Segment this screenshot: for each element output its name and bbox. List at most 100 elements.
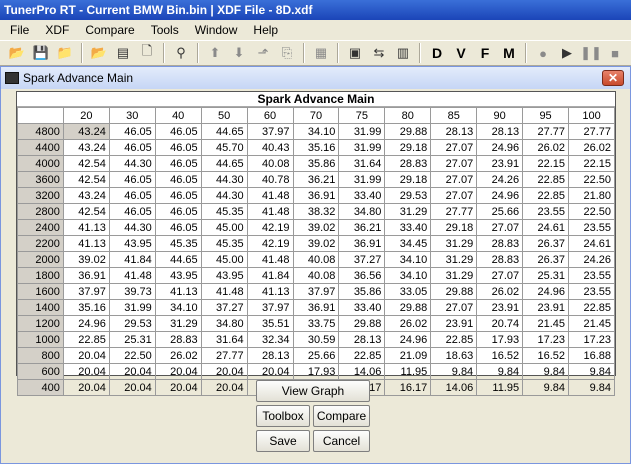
grid-cell[interactable]: 20.04 xyxy=(108,379,156,396)
grid-cell[interactable]: 41.13 xyxy=(246,283,294,300)
grid-cell[interactable]: 22.85 xyxy=(338,347,386,364)
grid-cell[interactable]: 44.30 xyxy=(200,187,248,204)
grid-cell[interactable]: 22.15 xyxy=(522,155,570,172)
grid-cell[interactable]: 16.52 xyxy=(476,347,524,364)
grid-cell[interactable]: 37.97 xyxy=(292,283,340,300)
grid-cell[interactable]: 24.26 xyxy=(476,171,524,188)
grid-cell[interactable]: 25.66 xyxy=(292,347,340,364)
grid-cell[interactable]: 41.48 xyxy=(246,203,294,220)
grid-cell[interactable]: 34.10 xyxy=(384,267,432,284)
grid-cell[interactable]: 27.07 xyxy=(476,267,524,284)
grid-cell[interactable]: 26.37 xyxy=(522,235,570,252)
grid-cell[interactable]: 36.91 xyxy=(62,267,110,284)
grid-cell[interactable]: 37.27 xyxy=(200,299,248,316)
grid-cell[interactable]: 21.09 xyxy=(384,347,432,364)
grid-cell[interactable]: 31.99 xyxy=(108,299,156,316)
grid-cell[interactable]: 27.77 xyxy=(522,123,570,140)
d-button[interactable]: D xyxy=(426,42,448,64)
grid-cell[interactable]: 46.05 xyxy=(108,123,156,140)
grid-cell[interactable]: 40.08 xyxy=(292,267,340,284)
grid-cell[interactable]: 28.83 xyxy=(476,235,524,252)
grid-cell[interactable]: 24.26 xyxy=(568,251,615,268)
pause-icon[interactable]: ❚❚ xyxy=(580,42,602,64)
grid-cell[interactable]: 31.64 xyxy=(200,331,248,348)
grid-cell[interactable]: 41.84 xyxy=(108,251,156,268)
grid-cell[interactable]: 28.83 xyxy=(476,251,524,268)
open-xdf-icon[interactable]: 📂 xyxy=(88,42,110,64)
grid-cell[interactable]: 20.04 xyxy=(62,363,110,380)
grid-cell[interactable]: 20.04 xyxy=(200,379,248,396)
record-icon[interactable]: ● xyxy=(532,42,554,64)
grid-cell[interactable]: 46.05 xyxy=(108,139,156,156)
grid-cell[interactable]: 31.29 xyxy=(430,267,478,284)
grid-cell[interactable]: 45.00 xyxy=(200,219,248,236)
grid-cell[interactable]: 41.48 xyxy=(246,251,294,268)
grid-cell[interactable]: 36.91 xyxy=(338,235,386,252)
grid-cell[interactable]: 37.97 xyxy=(246,123,294,140)
grid-cell[interactable]: 44.65 xyxy=(200,155,248,172)
grid-cell[interactable]: 27.07 xyxy=(430,299,478,316)
grid-cell[interactable]: 44.65 xyxy=(200,123,248,140)
grid-cell[interactable]: 20.04 xyxy=(200,363,248,380)
grid-cell[interactable]: 46.05 xyxy=(154,171,202,188)
copy-icon[interactable]: ⎘ xyxy=(276,42,298,64)
grid-cell[interactable]: 24.96 xyxy=(476,139,524,156)
menu-tools[interactable]: Tools xyxy=(143,23,187,37)
grid-cell[interactable]: 23.55 xyxy=(568,267,615,284)
grid-cell[interactable]: 33.40 xyxy=(338,299,386,316)
grid-cell[interactable]: 28.13 xyxy=(246,347,294,364)
grid-cell[interactable]: 22.85 xyxy=(568,299,615,316)
menu-window[interactable]: Window xyxy=(187,23,246,37)
grid-cell[interactable]: 26.02 xyxy=(568,139,615,156)
play-icon[interactable]: ▶ xyxy=(556,42,578,64)
grid-cell[interactable]: 29.88 xyxy=(430,283,478,300)
grid-cell[interactable]: 25.31 xyxy=(522,267,570,284)
grid-cell[interactable]: 42.54 xyxy=(62,171,110,188)
grid-cell[interactable]: 20.74 xyxy=(476,315,524,332)
grid-cell[interactable]: 41.13 xyxy=(62,235,110,252)
grid-cell[interactable]: 30.59 xyxy=(292,331,340,348)
grid-cell[interactable]: 23.55 xyxy=(568,283,615,300)
grid-cell[interactable]: 9.84 xyxy=(430,363,478,380)
grid-cell[interactable]: 31.99 xyxy=(338,123,386,140)
grid-cell[interactable]: 28.13 xyxy=(430,123,478,140)
grid-cell[interactable]: 14.06 xyxy=(430,379,478,396)
grid-cell[interactable]: 16.17 xyxy=(384,379,432,396)
grid-cell[interactable]: 27.07 xyxy=(430,171,478,188)
grid-cell[interactable]: 11.95 xyxy=(384,363,432,380)
grid-cell[interactable]: 20.04 xyxy=(108,363,156,380)
grid-cell[interactable]: 33.40 xyxy=(384,219,432,236)
grid-cell[interactable]: 24.61 xyxy=(568,235,615,252)
grid-cell[interactable]: 27.07 xyxy=(430,139,478,156)
grid-cell[interactable]: 37.27 xyxy=(338,251,386,268)
menu-file[interactable]: File xyxy=(2,23,37,37)
grid-cell[interactable]: 24.96 xyxy=(384,331,432,348)
grid-cell[interactable]: 11.95 xyxy=(476,379,524,396)
grid-cell[interactable]: 26.02 xyxy=(476,283,524,300)
grid-cell[interactable]: 46.05 xyxy=(154,139,202,156)
grid-cell[interactable]: 23.91 xyxy=(430,315,478,332)
grid-cell[interactable]: 17.23 xyxy=(522,331,570,348)
save-xdf-icon[interactable]: ▤ xyxy=(112,42,134,64)
chip-icon[interactable]: ▦ xyxy=(310,42,332,64)
grid-cell[interactable]: 29.18 xyxy=(430,219,478,236)
grid-cell[interactable]: 46.05 xyxy=(154,123,202,140)
grid-cell[interactable]: 39.02 xyxy=(292,235,340,252)
grid-cell[interactable]: 29.53 xyxy=(108,315,156,332)
grid-cell[interactable]: 29.88 xyxy=(384,299,432,316)
grid-cell[interactable]: 33.05 xyxy=(384,283,432,300)
toolbox-button[interactable]: Toolbox xyxy=(256,405,310,427)
grid-cell[interactable]: 42.54 xyxy=(62,203,110,220)
arrow-down-icon[interactable]: ⬇ xyxy=(228,42,250,64)
grid-cell[interactable]: 44.65 xyxy=(154,251,202,268)
v-button[interactable]: V xyxy=(450,42,472,64)
save-icon[interactable]: 💾 xyxy=(30,42,52,64)
grid-cell[interactable]: 23.91 xyxy=(522,299,570,316)
grid-cell[interactable]: 29.53 xyxy=(384,187,432,204)
grid-cell[interactable]: 38.32 xyxy=(292,203,340,220)
open-folder-icon[interactable]: 📂 xyxy=(6,42,28,64)
grid-cell[interactable]: 32.34 xyxy=(246,331,294,348)
grid-cell[interactable]: 24.61 xyxy=(522,219,570,236)
grid-cell[interactable]: 27.07 xyxy=(430,155,478,172)
grid-cell[interactable]: 31.64 xyxy=(338,155,386,172)
